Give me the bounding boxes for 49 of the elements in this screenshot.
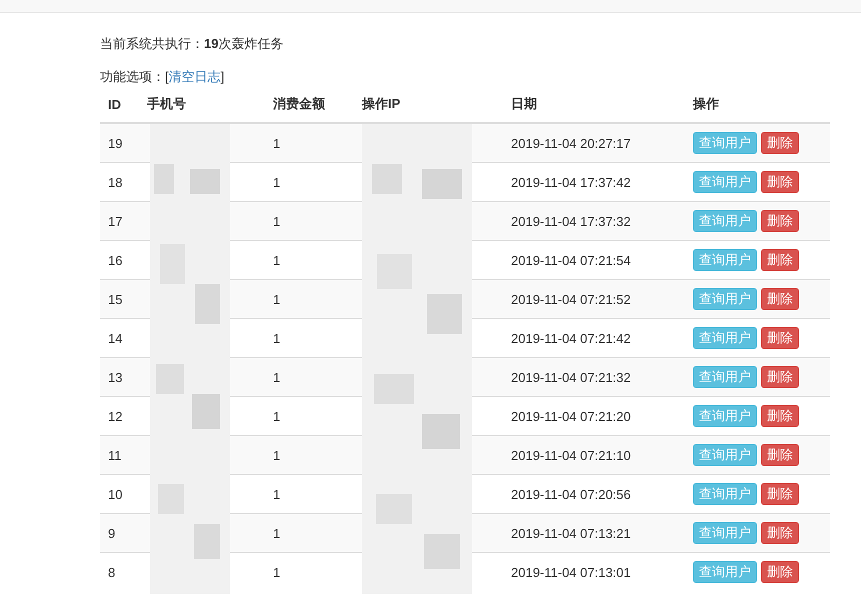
table-cell: 2019-11-04 07:21:10 xyxy=(503,436,685,474)
table-cell: 19 xyxy=(100,123,139,162)
delete-button[interactable]: 删除 xyxy=(761,561,799,583)
options-label: 功能选项：[ xyxy=(100,68,169,86)
delete-button[interactable]: 删除 xyxy=(761,405,799,427)
table-cell: 1 xyxy=(265,123,354,162)
table-cell: 15 xyxy=(100,280,139,318)
delete-button[interactable]: 删除 xyxy=(761,210,799,232)
query-user-button[interactable]: 查询用户 xyxy=(693,288,757,310)
delete-button[interactable]: 删除 xyxy=(761,171,799,193)
table-cell: 2019-11-04 07:13:01 xyxy=(503,552,685,591)
query-user-button[interactable]: 查询用户 xyxy=(693,561,757,583)
table-cell: 13 xyxy=(100,358,139,396)
delete-button[interactable]: 删除 xyxy=(761,288,799,310)
query-user-button[interactable]: 查询用户 xyxy=(693,171,757,193)
table-cell: 2019-11-04 17:37:32 xyxy=(503,202,685,240)
delete-button[interactable]: 删除 xyxy=(761,327,799,349)
delete-button[interactable]: 删除 xyxy=(761,444,799,466)
delete-button[interactable]: 删除 xyxy=(761,132,799,154)
delete-button[interactable]: 删除 xyxy=(761,522,799,544)
query-user-button[interactable]: 查询用户 xyxy=(693,327,757,349)
table-cell: 2019-11-04 07:21:52 xyxy=(503,280,685,318)
table-cell: 1 xyxy=(265,202,354,240)
summary-text: 当前系统共执行：19次轰炸任务 xyxy=(100,35,284,53)
table-cell: 11 xyxy=(100,436,139,474)
bracket-text: ] xyxy=(220,68,224,86)
query-user-button[interactable]: 查询用户 xyxy=(693,444,757,466)
table-cell: 2019-11-04 20:27:17 xyxy=(503,123,685,162)
query-user-button[interactable]: 查询用户 xyxy=(693,405,757,427)
table-cell: 9 xyxy=(100,514,139,552)
table-cell: 1 xyxy=(265,514,354,552)
query-user-button[interactable]: 查询用户 xyxy=(693,132,757,154)
table-cell: 2019-11-04 07:13:21 xyxy=(503,514,685,552)
table-cell: 2019-11-04 07:21:32 xyxy=(503,358,685,396)
table-cell: 1 xyxy=(265,280,354,318)
table-cell: 8 xyxy=(100,552,139,591)
query-user-button[interactable]: 查询用户 xyxy=(693,366,757,388)
delete-button[interactable]: 删除 xyxy=(761,366,799,388)
table-cell: 1 xyxy=(265,552,354,591)
delete-button[interactable]: 删除 xyxy=(761,249,799,271)
query-user-button[interactable]: 查询用户 xyxy=(693,483,757,505)
table-cell: 1 xyxy=(265,436,354,474)
query-user-button[interactable]: 查询用户 xyxy=(693,522,757,544)
clear-log-link[interactable]: 清空日志 xyxy=(168,68,221,86)
query-user-button[interactable]: 查询用户 xyxy=(693,249,757,271)
query-user-button[interactable]: 查询用户 xyxy=(693,210,757,232)
delete-button[interactable]: 删除 xyxy=(761,483,799,505)
table-cell: 1 xyxy=(265,358,354,396)
table-cell: 17 xyxy=(100,202,139,240)
